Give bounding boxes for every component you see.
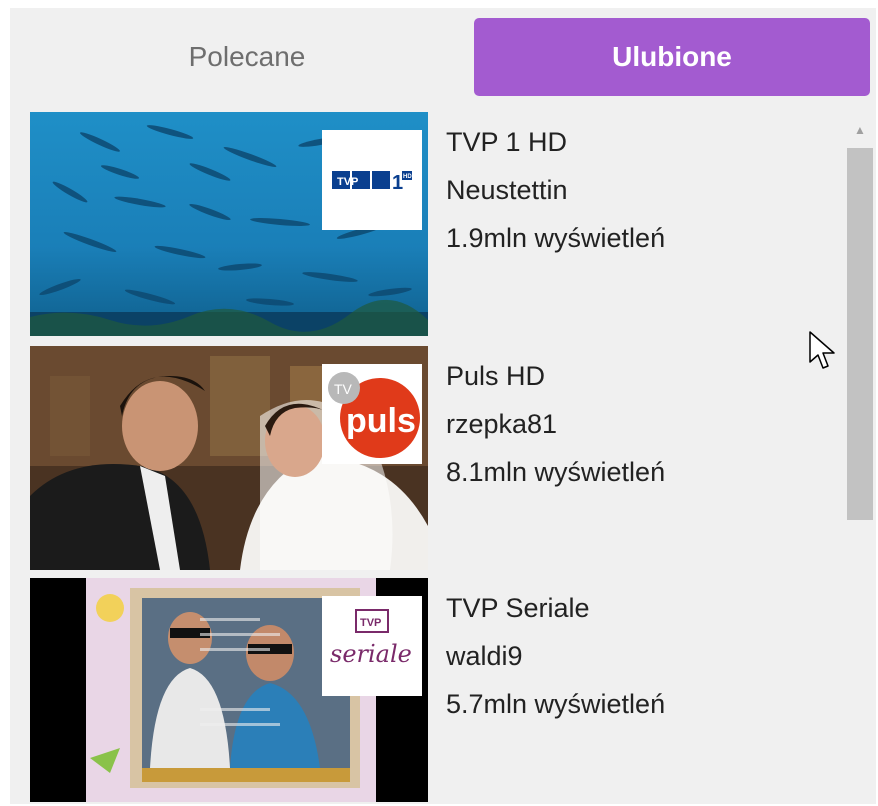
channel-thumbnail[interactable]: TV puls xyxy=(30,346,428,570)
tvp1-hd: HD xyxy=(403,174,412,180)
tvp-seriale-logo: TVP seriale xyxy=(322,596,422,696)
channel-list: TVP 1 HD TVP 1 HD Neustettin 1.9mln wyśw… xyxy=(10,112,840,804)
channel-name: TVP Seriale xyxy=(446,593,590,623)
channel-views: 1.9mln wyświetleń xyxy=(446,223,666,253)
channel-views: 5.7mln wyświetleń xyxy=(446,689,666,719)
channel-item[interactable]: TVP 1 HD TVP 1 HD Neustettin 1.9mln wyśw… xyxy=(30,112,830,340)
scroll-up-arrow-icon[interactable]: ▲ xyxy=(852,122,868,138)
channel-name: Puls HD xyxy=(446,361,546,391)
channel-info: TVP Seriale waldi9 5.7mln wyświetleń xyxy=(446,584,826,728)
channel-item[interactable]: TV puls Puls HD rzepka81 8.1mln wyświetl… xyxy=(30,346,830,574)
tab-bar: Polecane Ulubione xyxy=(10,8,876,104)
seriale-word: seriale xyxy=(330,640,412,668)
channel-info: TVP 1 HD Neustettin 1.9mln wyświetleń xyxy=(446,118,826,262)
tv-puls-logo: TV puls xyxy=(322,364,422,464)
tvp1-letters: TVP xyxy=(337,176,358,188)
channel-thumbnail[interactable]: TVP 1 HD xyxy=(30,112,428,336)
channel-user: Neustettin xyxy=(446,175,568,205)
mouse-pointer-icon xyxy=(809,331,835,369)
seriale-tvp-text: TVP xyxy=(360,617,381,629)
channel-user: rzepka81 xyxy=(446,409,558,439)
scrollbar[interactable]: ▲ xyxy=(846,122,874,804)
tvp1-hd-logo: TVP 1 HD xyxy=(322,130,422,230)
channel-item[interactable]: TVP seriale TVP Seriale waldi9 5.7mln wy… xyxy=(30,578,830,804)
channel-thumbnail[interactable]: TVP seriale xyxy=(30,578,428,802)
puls-word: puls xyxy=(346,402,416,440)
channel-user: waldi9 xyxy=(446,641,523,671)
tvp1-number: 1 xyxy=(392,172,403,194)
scroll-thumb[interactable] xyxy=(847,148,873,520)
channel-name: TVP 1 HD xyxy=(446,127,568,157)
channel-info: Puls HD rzepka81 8.1mln wyświetleń xyxy=(446,352,826,496)
channel-panel: Polecane Ulubione TVP 1 HD TVP 1 HD Neus… xyxy=(10,8,876,804)
channel-views: 8.1mln wyświetleń xyxy=(446,457,666,487)
puls-tv-text: TV xyxy=(334,381,353,397)
tab-recommended[interactable]: Polecane xyxy=(38,18,456,96)
tab-favorites[interactable]: Ulubione xyxy=(474,18,870,96)
